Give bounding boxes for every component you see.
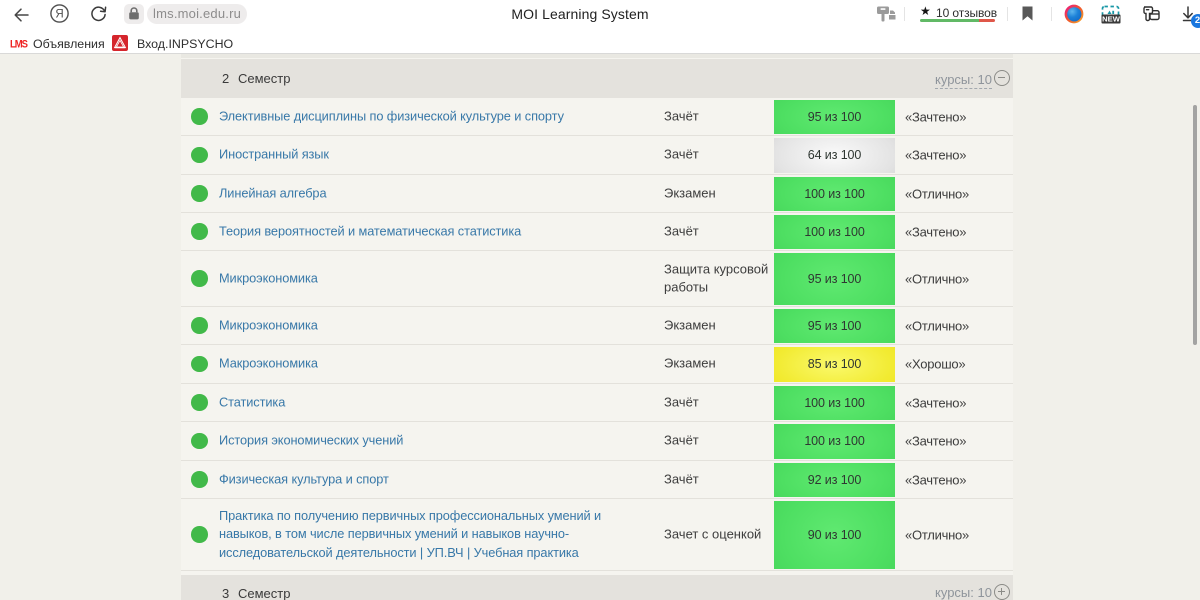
svg-text:NEW: NEW — [1102, 15, 1121, 24]
svg-text:Я: Я — [55, 9, 63, 21]
